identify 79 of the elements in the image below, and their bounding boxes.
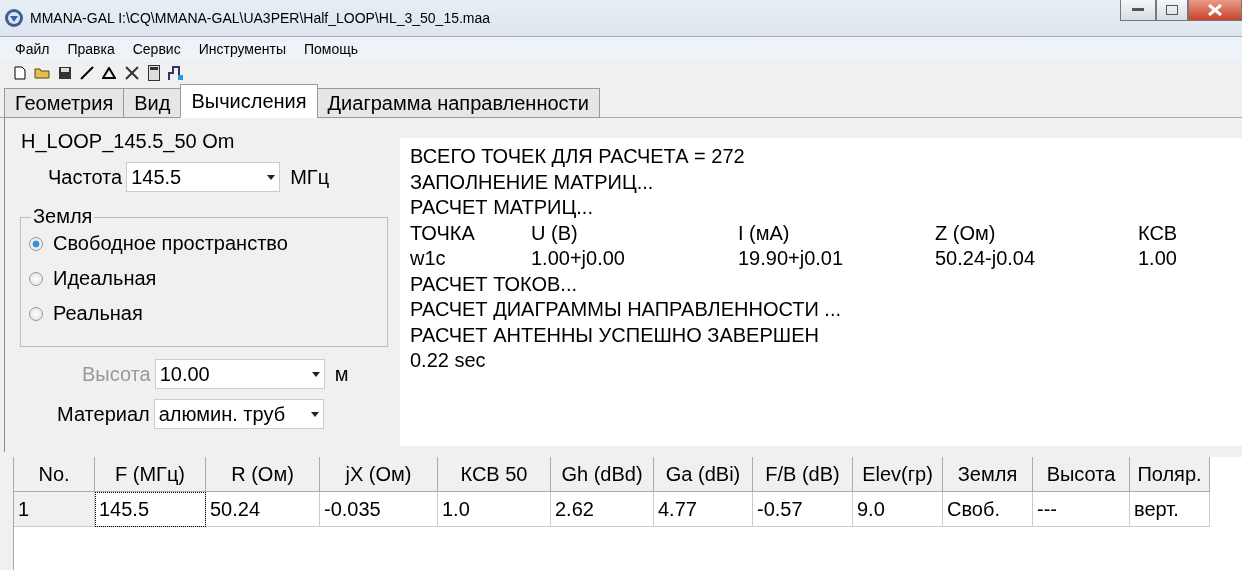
radio-label[interactable]: Идеальная (53, 267, 157, 290)
field-label: Частота (48, 165, 123, 189)
table-cell: 1.0 (438, 492, 551, 527)
column-header[interactable]: F (МГц) (95, 457, 206, 492)
radio-button[interactable] (29, 236, 43, 251)
menu-item[interactable]: Инструменты (189, 41, 295, 57)
maximize-icon[interactable] (1166, 5, 1178, 15)
log-line: РАСЧЕТ АНТЕННЫ УСПЕШНО ЗАВЕРШЕН (410, 322, 820, 348)
radio-button[interactable] (29, 306, 43, 321)
table-cell: 9.0 (853, 492, 943, 527)
unit-label: МГц (290, 165, 330, 189)
window-title: MMANA-GAL I:\CQ\MMANA-GAL\UA3PER\Half_LOOP\HL_3_50_15.maa (30, 10, 491, 26)
log-value: КСВ (1138, 220, 1179, 246)
column-header[interactable]: jX (Ом) (320, 457, 438, 492)
log-value: I (мА) (738, 220, 791, 246)
log-value: 19.90+j0.01 (738, 246, 845, 271)
new-file-icon[interactable] (14, 66, 26, 80)
column-header[interactable]: Ga (dBi) (654, 457, 753, 492)
column-header[interactable]: R (Ом) (206, 457, 320, 492)
log-value: Z (Ом) (935, 220, 997, 246)
radio-label[interactable]: Свободное пространство (53, 232, 288, 255)
minimize-icon[interactable] (1132, 8, 1144, 12)
table-cell: 145.5 (95, 492, 206, 527)
field-label: Материал (57, 402, 150, 426)
log-line: РАСЧЕТ МАТРИЦ... (410, 195, 594, 220)
antenna-name: H_LOOP_145.5_50 Om (21, 130, 236, 155)
table-cell: -0.035 (320, 492, 438, 527)
calculator-icon[interactable] (148, 65, 160, 81)
menu-item[interactable]: Сервис (123, 41, 190, 57)
log-value: 50.24-j0.04 (935, 246, 1037, 271)
log-value: 1.00+j0.00 (531, 246, 626, 271)
close-icon[interactable] (1208, 4, 1222, 16)
plot-icon[interactable] (168, 65, 184, 81)
unit-label: м (334, 362, 349, 386)
tab[interactable]: Геометрия (4, 88, 125, 118)
log-line: ЗАПОЛНЕНИЕ МАТРИЦ... (410, 169, 655, 195)
log-line: РАСЧЕТ ДИАГРАММЫ НАПРАВЛЕННОСТИ ... (410, 297, 843, 322)
log-line: 0.22 sec (410, 348, 487, 373)
column-header[interactable]: Высота (1033, 457, 1130, 492)
dropdown-caret-icon[interactable] (310, 411, 319, 417)
table-cell: -0.57 (753, 492, 853, 527)
log-value: w1c (410, 246, 447, 271)
frequency-combo[interactable]: 145.5 (126, 162, 281, 192)
save-icon[interactable] (58, 66, 72, 80)
log-line: ВСЕГО ТОЧЕК ДЛЯ РАСЧЕТА = 272 (410, 144, 746, 169)
log-line: РАСЧЕТ ТОКОВ... (410, 271, 578, 297)
column-header[interactable]: Земля (943, 457, 1033, 492)
radio-button[interactable] (29, 271, 43, 286)
menu-item[interactable]: Файл (6, 41, 59, 57)
table-cell: --- (1033, 492, 1130, 527)
table-cell: верт. (1130, 492, 1210, 527)
menu-item[interactable]: Помощь (294, 41, 368, 57)
log-value: U (В) (531, 220, 579, 246)
table-cell: 2.62 (551, 492, 654, 527)
column-header[interactable]: КСВ 50 (438, 457, 551, 492)
column-header[interactable]: Elev(гр) (853, 457, 943, 492)
app-logo-icon (4, 8, 24, 28)
column-header[interactable]: No. (14, 457, 95, 492)
tab[interactable]: Вычисления (180, 84, 318, 118)
tab[interactable]: Вид (123, 88, 182, 118)
material-combo[interactable]: алюмин. труб (153, 399, 324, 429)
tab[interactable]: Диаграмма направленности (316, 88, 600, 118)
folder-icon[interactable] (34, 67, 50, 79)
radio-label[interactable]: Реальная (53, 302, 143, 325)
column-header[interactable]: Поляр. (1130, 457, 1210, 492)
menu-item[interactable]: Правка (58, 41, 124, 57)
table-cell: 1 (14, 492, 95, 527)
log-value: 1.00 (1138, 246, 1178, 271)
triangle-icon[interactable] (102, 67, 116, 79)
dropdown-caret-icon[interactable] (267, 174, 276, 180)
column-header[interactable]: F/B (dB) (753, 457, 853, 492)
table-cell: 50.24 (206, 492, 320, 527)
dropdown-caret-icon[interactable] (311, 371, 320, 377)
table-cell: Своб. (943, 492, 1033, 527)
line-icon[interactable] (80, 66, 94, 80)
column-header[interactable]: Gh (dBd) (551, 457, 654, 492)
log-value: ТОЧКА (410, 220, 476, 246)
table-cell: 4.77 (654, 492, 753, 527)
field-label: Высота (82, 362, 151, 386)
